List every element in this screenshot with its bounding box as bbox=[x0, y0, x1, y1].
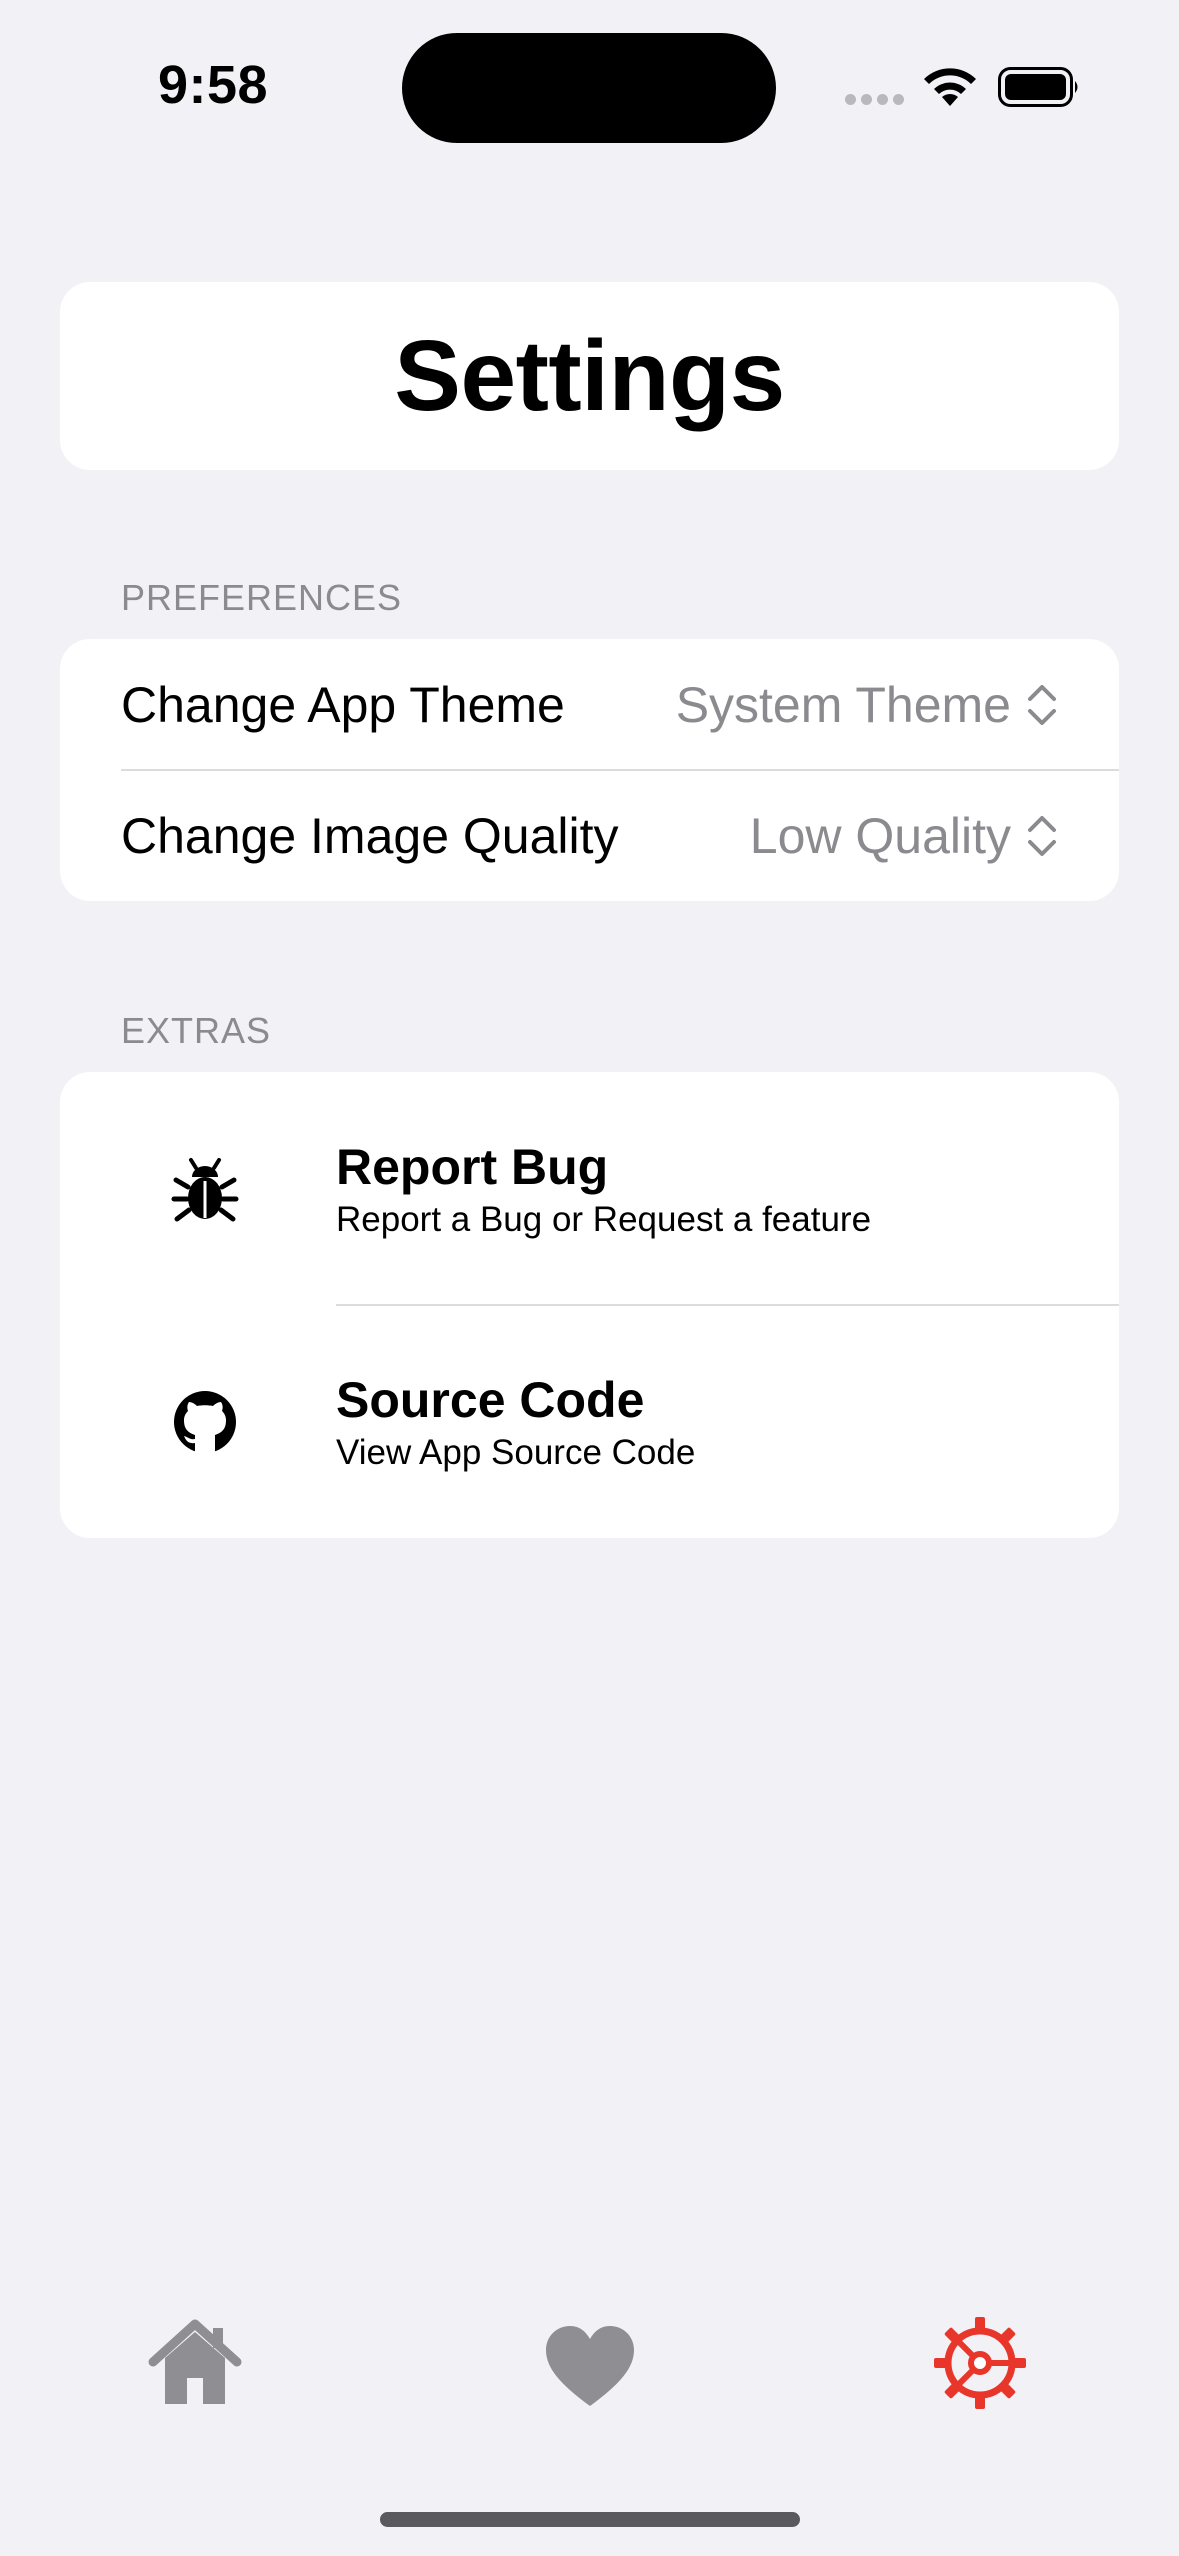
title-card: Settings bbox=[60, 282, 1119, 470]
bug-icon bbox=[171, 1158, 239, 1222]
image-quality-row[interactable]: Change Image Quality Low Quality bbox=[60, 770, 1119, 901]
chevron-up-down-icon bbox=[1028, 815, 1056, 856]
preferences-section-header: PREFERENCES bbox=[121, 577, 403, 618]
report-bug-title: Report Bug bbox=[336, 1139, 609, 1195]
source-code-title: Source Code bbox=[336, 1372, 645, 1428]
report-bug-row[interactable]: Report Bug Report a Bug or Request a fea… bbox=[60, 1072, 1119, 1305]
image-quality-label: Change Image Quality bbox=[121, 807, 619, 864]
heart-icon[interactable] bbox=[540, 2316, 640, 2416]
page-title: Settings bbox=[394, 319, 785, 432]
app-theme-value[interactable]: System Theme bbox=[676, 676, 1011, 734]
status-time: 9:58 bbox=[158, 55, 269, 115]
chevron-up-down-icon bbox=[1028, 684, 1056, 725]
dynamic-island bbox=[402, 33, 776, 143]
extras-group: Report Bug Report a Bug or Request a fea… bbox=[60, 1072, 1119, 1538]
source-code-subtitle: View App Source Code bbox=[336, 1433, 696, 1472]
home-icon[interactable] bbox=[145, 2314, 245, 2414]
wifi-icon bbox=[924, 68, 976, 106]
cellular-signal-icon bbox=[845, 94, 905, 106]
battery-icon bbox=[998, 67, 1078, 107]
app-theme-row[interactable]: Change App Theme System Theme bbox=[60, 639, 1119, 770]
image-quality-value[interactable]: Low Quality bbox=[750, 807, 1011, 865]
extras-section-header: EXTRAS bbox=[121, 1010, 272, 1051]
github-icon bbox=[174, 1391, 236, 1453]
settings-screen: 9:58 Settings PREFERENCES Change App The… bbox=[0, 0, 1179, 2556]
app-theme-label: Change App Theme bbox=[121, 676, 565, 733]
gear-icon[interactable] bbox=[930, 2313, 1030, 2413]
home-indicator bbox=[380, 2512, 800, 2527]
report-bug-subtitle: Report a Bug or Request a feature bbox=[336, 1200, 872, 1239]
source-code-row[interactable]: Source Code View App Source Code bbox=[60, 1305, 1119, 1538]
preferences-group: Change App Theme System Theme Change Ima… bbox=[60, 639, 1119, 901]
